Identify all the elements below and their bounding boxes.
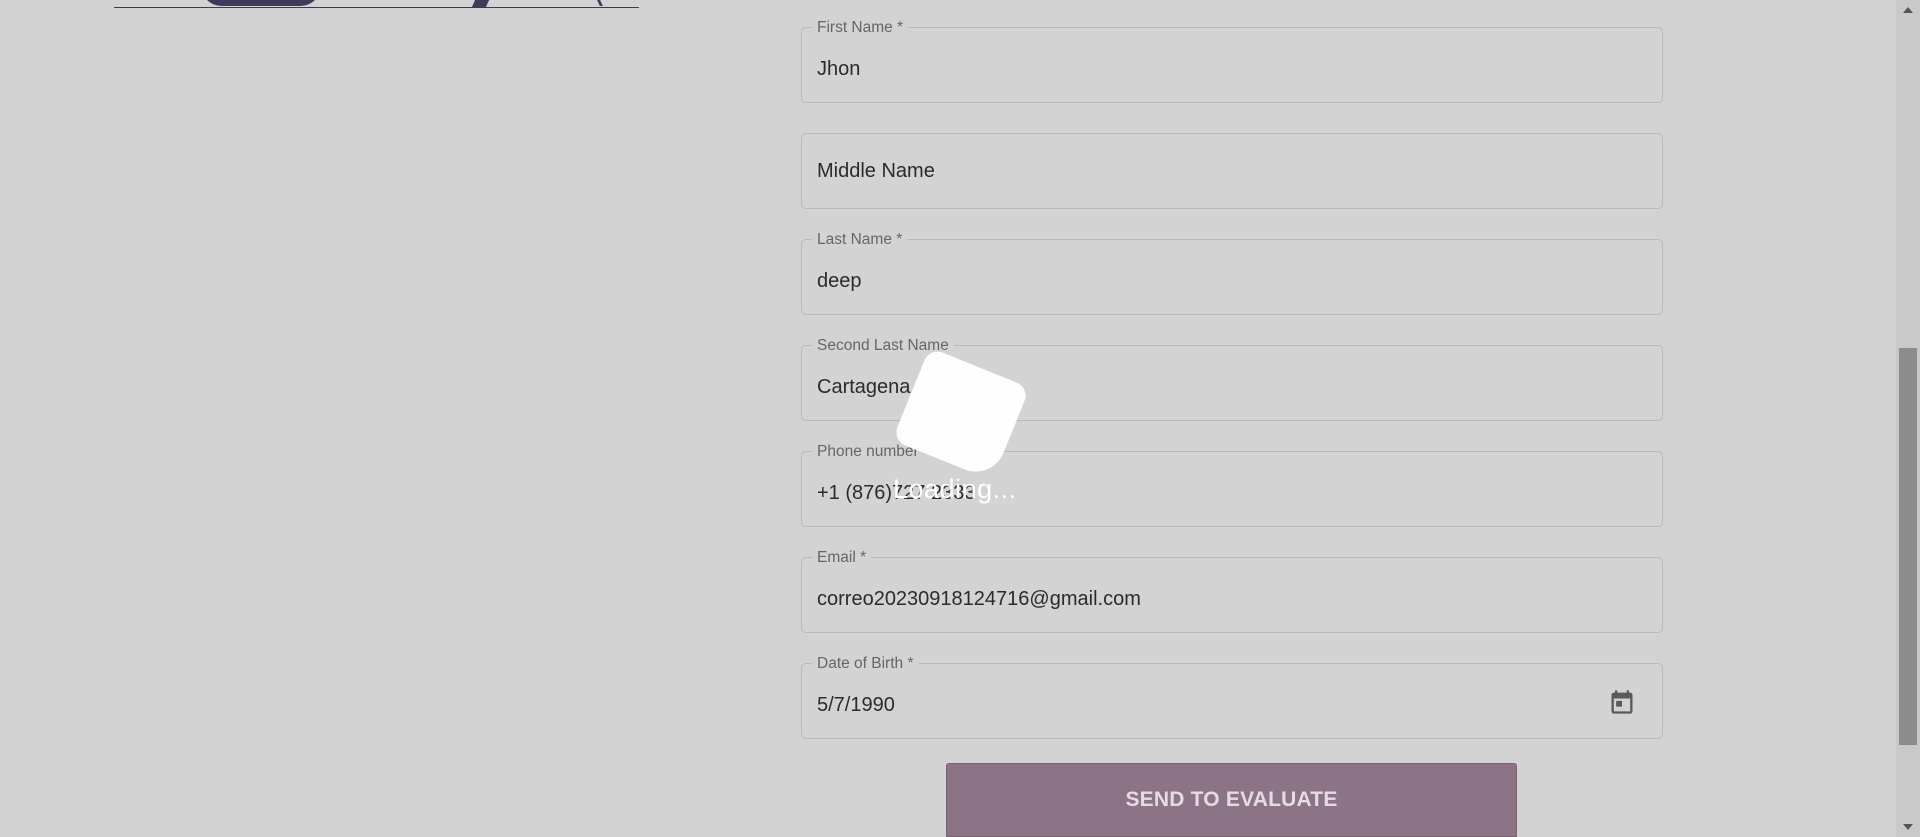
first-name-field[interactable]: First Name * Jhon xyxy=(801,19,1663,106)
illustration-shape xyxy=(200,0,322,6)
send-to-evaluate-button[interactable]: SEND TO EVALUATE xyxy=(946,763,1517,837)
email-field[interactable]: Email * correo20230918124716@gmail.com xyxy=(801,549,1663,636)
second-last-name-value[interactable]: Cartagena xyxy=(817,346,910,424)
vertical-scrollbar[interactable] xyxy=(1896,0,1920,837)
scroll-up-icon[interactable] xyxy=(1903,7,1913,13)
middle-name-placeholder[interactable]: Middle Name xyxy=(817,134,935,208)
header-illustration xyxy=(114,0,639,8)
first-name-value[interactable]: Jhon xyxy=(817,28,860,106)
email-value[interactable]: correo20230918124716@gmail.com xyxy=(817,558,1141,636)
middle-name-field[interactable]: Middle Name xyxy=(801,133,1663,209)
last-name-value[interactable]: deep xyxy=(817,240,862,318)
illustration-stroke xyxy=(471,0,491,7)
page: First Name * Jhon Middle Name Last Name … xyxy=(0,0,1920,837)
illustration-stroke xyxy=(586,0,603,6)
date-of-birth-field[interactable]: Date of Birth * 5/7/1990 xyxy=(801,655,1663,742)
date-of-birth-value[interactable]: 5/7/1990 xyxy=(817,664,895,742)
scroll-down-icon[interactable] xyxy=(1903,824,1913,830)
scrollbar-thumb[interactable] xyxy=(1899,348,1917,745)
last-name-field[interactable]: Last Name * deep xyxy=(801,231,1663,318)
calendar-icon[interactable] xyxy=(1608,688,1636,716)
loading-text: Loading... xyxy=(893,474,1017,504)
illustration-baseline xyxy=(114,7,639,8)
